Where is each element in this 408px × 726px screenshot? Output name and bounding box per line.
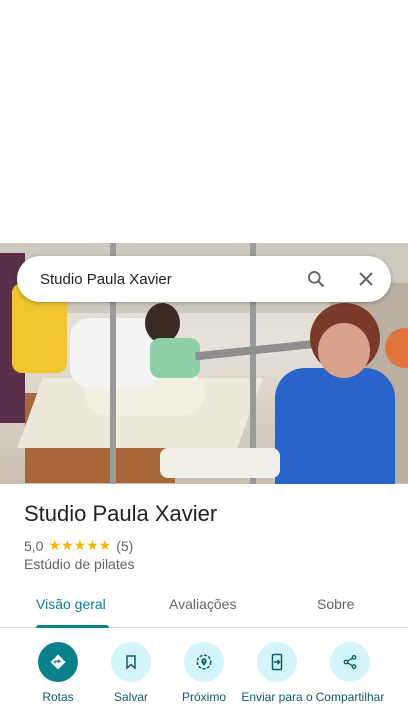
search-icon[interactable] [291, 256, 341, 302]
place-category: Estúdio de pilates [24, 556, 135, 572]
directions-icon [50, 654, 66, 670]
send-to-phone-label: Enviar para o [241, 690, 313, 704]
search-query[interactable]: Studio Paula Xavier [40, 271, 291, 288]
bookmark-icon [126, 655, 136, 670]
review-count[interactable]: (5) [116, 538, 133, 554]
star-rating: ★★★★★ [48, 537, 112, 553]
directions-button[interactable]: Rotas [18, 642, 98, 705]
rating-value: 5,0 [24, 537, 44, 554]
send-to-phone-icon [271, 653, 283, 671]
share-label: Compartilhar [315, 690, 385, 704]
share-button[interactable]: Compartilhar [310, 642, 390, 705]
close-icon[interactable] [341, 256, 391, 302]
active-tab-indicator [36, 625, 109, 628]
save-button[interactable]: Salvar [91, 642, 171, 705]
tab-reviews[interactable]: Avaliações [169, 596, 236, 612]
rating-row[interactable]: 5,0 ★★★★★ (5) [24, 537, 133, 554]
map-area[interactable] [0, 0, 408, 243]
tab-about[interactable]: Sobre [317, 596, 354, 612]
tab-bar: Visão geral Avaliações Sobre [0, 588, 408, 628]
nearby-label: Próximo [181, 690, 226, 704]
tab-overview[interactable]: Visão geral [36, 596, 106, 612]
nearby-icon [196, 654, 212, 670]
search-bar[interactable]: Studio Paula Xavier [17, 256, 391, 302]
place-name: Studio Paula Xavier [24, 501, 218, 526]
nearby-button[interactable]: Próximo [164, 642, 244, 705]
share-icon [343, 654, 357, 670]
save-label: Salvar [113, 690, 148, 704]
directions-label: Rotas [42, 690, 74, 704]
send-to-phone-button[interactable]: Enviar para o [237, 642, 317, 705]
